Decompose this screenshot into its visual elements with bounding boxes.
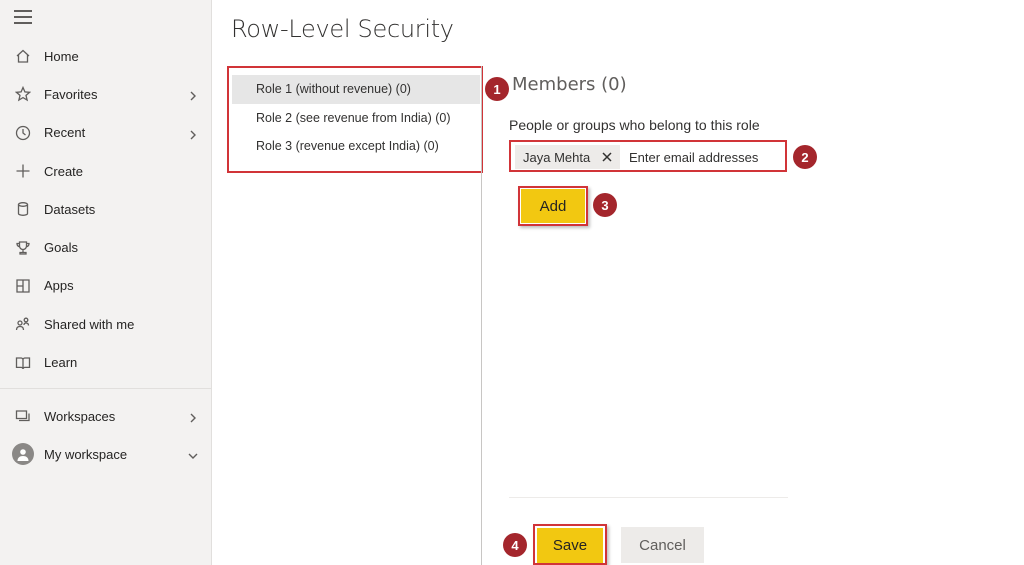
sidebar-item-label: My workspace <box>44 446 128 462</box>
apps-icon <box>14 277 32 295</box>
sidebar-item-shared-with-me[interactable]: Shared with me <box>0 305 212 343</box>
step-badge-1: 1 <box>485 77 509 101</box>
footer-divider <box>509 497 788 498</box>
sidebar-item-label: Learn <box>44 355 78 371</box>
members-email-field[interactable]: Jaya Mehta <box>509 140 787 172</box>
avatar-icon <box>12 443 34 466</box>
member-chip-label: Jaya Mehta <box>523 149 591 165</box>
members-title: Members (0) <box>512 74 627 95</box>
sidebar-item-label: Datasets <box>44 201 96 217</box>
step-badge-3: 3 <box>593 193 617 217</box>
sidebar-item-recent[interactable]: Recent <box>0 114 212 152</box>
sidebar-item-label: Create <box>44 163 84 179</box>
remove-member-icon[interactable] <box>602 152 612 162</box>
home-icon <box>14 47 32 65</box>
book-icon <box>14 354 32 372</box>
sidebar-item-label: Favorites <box>44 86 98 102</box>
sidebar-item-create[interactable]: Create <box>0 152 212 190</box>
sidebar-item-label: Recent <box>44 125 86 141</box>
chevron-down-icon[interactable] <box>188 449 198 460</box>
shared-icon <box>14 315 32 333</box>
database-icon <box>14 200 32 218</box>
sidebar-item-label: Workspaces <box>44 408 116 424</box>
sidebar-item-apps[interactable]: Apps <box>0 267 212 305</box>
sidebar-item-goals[interactable]: Goals <box>0 228 212 266</box>
trophy-icon <box>14 239 32 257</box>
cancel-button[interactable]: Cancel <box>621 527 704 563</box>
sidebar-item-datasets[interactable]: Datasets <box>0 190 212 228</box>
role-item-1[interactable]: Role 1 (without revenue) (0) <box>232 75 480 104</box>
hamburger-menu-icon[interactable] <box>14 10 32 24</box>
role-item-2[interactable]: Role 2 (see revenue from India) (0) <box>232 104 480 133</box>
email-input[interactable] <box>629 146 779 168</box>
plus-icon <box>14 162 32 180</box>
sidebar: Home Favorites Recent Create Datasets Go… <box>0 0 212 565</box>
sidebar-item-favorites[interactable]: Favorites <box>0 75 212 113</box>
step-badge-4: 4 <box>503 533 527 557</box>
sidebar-item-workspaces[interactable]: Workspaces <box>0 397 212 435</box>
step-badge-2: 2 <box>793 145 817 169</box>
role-item-3[interactable]: Role 3 (revenue except India) (0) <box>232 132 480 161</box>
save-button[interactable]: Save <box>537 528 603 563</box>
nav-bottom-list: Workspaces My workspace <box>0 397 212 474</box>
sidebar-item-home[interactable]: Home <box>0 37 212 75</box>
sidebar-item-learn[interactable]: Learn <box>0 343 212 381</box>
star-icon <box>14 85 32 103</box>
member-chip: Jaya Mehta <box>515 145 621 169</box>
sidebar-divider <box>0 388 212 389</box>
sidebar-item-label: Goals <box>44 240 78 256</box>
page-title: Row-Level Security <box>231 15 454 43</box>
chevron-right-icon[interactable] <box>188 411 198 423</box>
workspaces-icon <box>14 407 32 425</box>
chevron-right-icon[interactable] <box>188 128 198 140</box>
panel-divider <box>481 66 482 565</box>
clock-icon <box>14 124 32 142</box>
sidebar-item-label: Shared with me <box>44 316 135 332</box>
role-list: Role 1 (without revenue) (0) Role 2 (see… <box>232 75 480 161</box>
sidebar-item-my-workspace[interactable]: My workspace <box>0 435 212 473</box>
sidebar-item-label: Home <box>44 48 79 64</box>
sidebar-item-label: Apps <box>44 278 74 294</box>
chevron-right-icon[interactable] <box>188 89 198 101</box>
nav-list: Home Favorites Recent Create Datasets Go… <box>0 37 212 382</box>
members-label: People or groups who belong to this role <box>509 117 760 133</box>
add-button[interactable]: Add <box>521 189 585 223</box>
